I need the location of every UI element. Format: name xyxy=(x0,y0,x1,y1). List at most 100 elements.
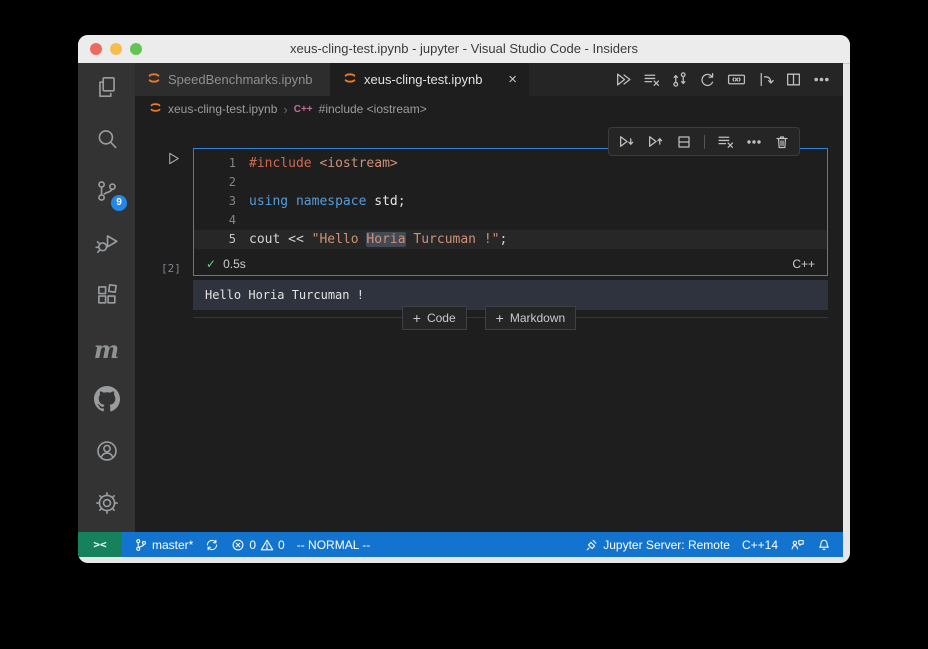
vim-mode-indicator[interactable]: -- NORMAL -- xyxy=(291,532,377,557)
code-line[interactable]: 4 xyxy=(194,211,827,230)
sidebar-item-settings[interactable] xyxy=(78,479,135,531)
more-actions-icon[interactable] xyxy=(813,71,830,88)
restart-kernel-icon[interactable] xyxy=(671,71,688,88)
execute-above-icon[interactable] xyxy=(647,133,664,150)
jupyter-server-status[interactable]: Jupyter Server: Remote xyxy=(579,532,736,557)
cpp-standard-label: C++14 xyxy=(742,538,778,552)
cpp-standard-selector[interactable]: C++14 xyxy=(736,532,784,557)
execution-count: [2] xyxy=(161,262,181,275)
desktop-background: xeus-cling-test.ipynb - jupyter - Visual… xyxy=(0,0,928,649)
branch-name: master* xyxy=(152,538,193,552)
code-line[interactable]: 3using namespace std; xyxy=(194,192,827,211)
clear-cell-outputs-icon[interactable] xyxy=(717,133,734,150)
output-text: Hello Horia Turcuman ! xyxy=(205,288,364,302)
warning-icon xyxy=(260,538,274,552)
vim-mode-text: -- NORMAL -- xyxy=(297,538,371,552)
error-icon xyxy=(231,538,245,552)
cell-status-bar: ✓ 0.5s C++ xyxy=(194,253,827,275)
code-token: ; xyxy=(499,232,507,247)
jupyter-icon xyxy=(147,71,161,88)
code-lines[interactable]: 1#include <iostream>23using namespace st… xyxy=(194,149,827,253)
split-cell-icon[interactable] xyxy=(676,134,692,150)
sidebar-item-source-control[interactable]: 9 xyxy=(78,167,135,219)
cell-language-picker[interactable]: C++ xyxy=(792,257,815,271)
sidebar-item-accounts[interactable] xyxy=(78,427,135,479)
warning-count: 0 xyxy=(278,538,285,552)
jupyter-server-label: Jupyter Server: Remote xyxy=(603,538,730,552)
line-number: 5 xyxy=(194,230,249,249)
variables-icon[interactable] xyxy=(727,71,746,88)
files-icon xyxy=(94,74,120,105)
sidebar-item-github[interactable] xyxy=(78,375,135,427)
export-notebook-icon[interactable] xyxy=(757,71,774,88)
execute-below-icon[interactable] xyxy=(618,133,635,150)
more-cell-actions-icon[interactable] xyxy=(746,134,762,150)
notebook-toolbar xyxy=(615,63,843,96)
gear-icon xyxy=(94,490,120,521)
editor-area: SpeedBenchmarks.ipynb xeus-cling-test.ip… xyxy=(135,63,843,532)
code-token: Horia xyxy=(366,232,405,247)
cell-duration: 0.5s xyxy=(223,257,246,271)
error-count: 0 xyxy=(249,538,256,552)
clear-all-outputs-icon[interactable] xyxy=(643,71,660,88)
add-code-label: Code xyxy=(427,311,456,325)
plus-icon: + xyxy=(496,310,504,326)
feedback-icon xyxy=(790,538,805,552)
add-code-cell-button[interactable]: + Code xyxy=(402,306,467,330)
notifications-button[interactable] xyxy=(811,532,837,557)
sidebar-item-search[interactable] xyxy=(78,115,135,167)
split-editor-icon[interactable] xyxy=(785,71,802,88)
sidebar-item-extensions[interactable] xyxy=(78,271,135,323)
vscode-content: 9 m xyxy=(78,63,843,557)
code-token: std xyxy=(374,194,397,209)
branch-icon xyxy=(134,538,148,552)
code-cell: 1#include <iostream>23using namespace st… xyxy=(193,148,828,276)
code-text[interactable]: cout << "Hello Horia Turcuman !"; xyxy=(249,230,507,249)
activity-bar: 9 m xyxy=(78,63,135,532)
tab-speedbenchmarks[interactable]: SpeedBenchmarks.ipynb xyxy=(135,63,331,96)
delete-cell-icon[interactable] xyxy=(774,134,790,150)
account-icon xyxy=(94,438,120,469)
sidebar-item-m-extension[interactable]: m xyxy=(78,323,135,375)
breadcrumb-file[interactable]: xeus-cling-test.ipynb xyxy=(168,102,277,116)
plug-icon xyxy=(585,538,599,552)
code-token: <iostream> xyxy=(319,156,397,171)
close-tab-icon[interactable]: × xyxy=(506,72,519,87)
undo-icon[interactable] xyxy=(699,71,716,88)
remote-icon: >< xyxy=(93,538,106,551)
github-icon xyxy=(94,386,120,417)
remote-indicator[interactable]: >< xyxy=(78,532,122,557)
git-branch-status[interactable]: master* xyxy=(128,532,199,557)
problems-status[interactable]: 0 0 xyxy=(225,532,290,557)
search-icon xyxy=(94,126,120,157)
line-number: 1 xyxy=(194,154,249,173)
code-text[interactable]: using namespace std; xyxy=(249,192,406,211)
run-all-icon[interactable] xyxy=(615,71,632,88)
code-token: "Hello xyxy=(312,232,367,247)
run-cell-button[interactable] xyxy=(166,151,181,171)
breadcrumb-symbol[interactable]: #include <iostream> xyxy=(319,102,427,116)
status-bar-right: Jupyter Server: Remote C++14 xyxy=(579,532,843,557)
cell-toolbar xyxy=(608,127,800,156)
code-token: ; xyxy=(398,194,406,209)
add-markdown-cell-button[interactable]: + Markdown xyxy=(485,306,577,330)
code-line[interactable]: 1#include <iostream> xyxy=(194,154,827,173)
sidebar-item-explorer[interactable] xyxy=(78,63,135,115)
title-bar: xeus-cling-test.ipynb - jupyter - Visual… xyxy=(78,35,850,64)
cpp-language-icon: C++ xyxy=(294,104,313,115)
window-title: xeus-cling-test.ipynb - jupyter - Visual… xyxy=(78,35,850,63)
toolbar-divider xyxy=(704,135,705,149)
code-token xyxy=(288,194,296,209)
notebook: [2] 1#include <iostream>23using namespac… xyxy=(135,122,843,532)
code-text[interactable]: #include <iostream> xyxy=(249,154,398,173)
code-token: << xyxy=(280,232,311,247)
tab-xeus-cling-test[interactable]: xeus-cling-test.ipynb × xyxy=(331,63,529,96)
code-line[interactable]: 5cout << "Hello Horia Turcuman !"; xyxy=(194,230,827,249)
jupyter-icon xyxy=(343,71,357,88)
add-markdown-label: Markdown xyxy=(510,311,565,325)
code-line[interactable]: 2 xyxy=(194,173,827,192)
sync-status[interactable] xyxy=(199,532,225,557)
sidebar-item-run-debug[interactable] xyxy=(78,219,135,271)
tab-label: xeus-cling-test.ipynb xyxy=(364,72,483,87)
feedback-button[interactable] xyxy=(784,532,811,557)
